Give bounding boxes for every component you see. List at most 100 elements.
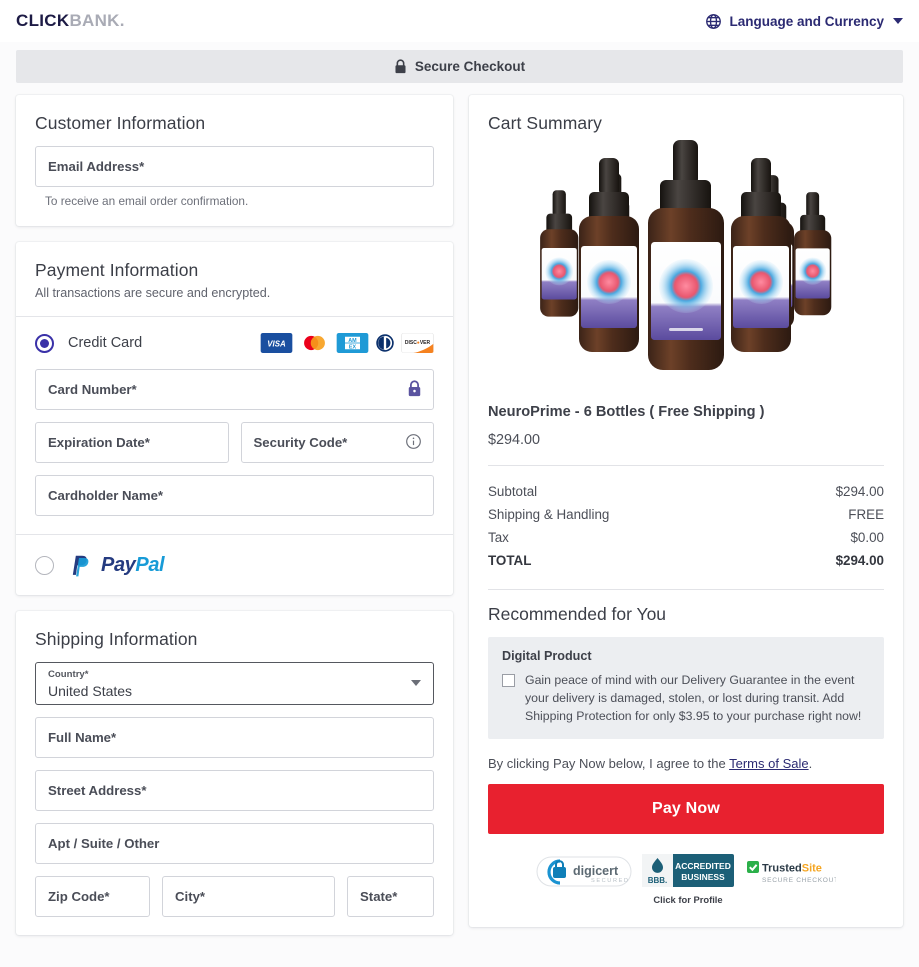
globe-icon (705, 13, 722, 30)
zip-code-placeholder: Zip Code* (48, 889, 110, 904)
terms-of-sale-link[interactable]: Terms of Sale (729, 756, 808, 771)
card-number-placeholder: Card Number* (48, 382, 137, 397)
full-name-placeholder: Full Name* (48, 730, 117, 745)
tax-value: $0.00 (850, 530, 884, 545)
payment-information-card: Payment Information All transactions are… (16, 242, 453, 595)
total-label: TOTAL (488, 553, 532, 568)
payment-method-credit-card[interactable]: Credit Card VISA AM EX DISC●VER (16, 317, 453, 369)
bbb-badge[interactable]: BBB. ACCREDITED BUSINESS Click for Profi… (642, 854, 734, 905)
payment-method-paypal[interactable]: PayPal (16, 535, 453, 595)
paypal-pal-text: Pal (135, 553, 165, 576)
cardholder-name-field[interactable]: Cardholder Name* (35, 475, 434, 516)
cart-summary-title: Cart Summary (488, 113, 602, 133)
credit-card-label: Credit Card (68, 335, 143, 351)
diners-club-icon (374, 333, 396, 353)
logo-bank-text: BANK (69, 11, 120, 30)
chevron-down-icon (893, 18, 903, 24)
language-currency-label: Language and Currency (729, 13, 884, 29)
divider (488, 589, 884, 590)
trust-badges: digicert SECURED BBB. ACCREDITED BUSINES… (488, 854, 884, 909)
cardholder-name-placeholder: Cardholder Name* (48, 488, 164, 503)
amex-icon: AM EX (336, 333, 369, 353)
digicert-badge[interactable]: digicert SECURED (536, 854, 632, 895)
lock-icon (407, 379, 422, 400)
clickbank-logo[interactable]: CLICKBANK. (16, 11, 125, 31)
email-helper-text: To receive an email order confirmation. (45, 194, 249, 208)
email-field[interactable]: Email Address* (35, 146, 434, 187)
cart-summary-card: Cart Summary NeuroPrime - 6 Bottles (Fr… (469, 95, 903, 928)
customer-information-card: Customer Information Email Address* To r… (16, 95, 453, 226)
totals-row-subtotal: Subtotal $294.00 (488, 480, 884, 503)
security-code-field[interactable]: Security Code* (240, 422, 434, 463)
totals-row-total: TOTAL $294.00 (488, 549, 884, 572)
language-currency-selector[interactable]: Language and Currency (705, 13, 903, 30)
trustedsite-badge[interactable]: TrustedSite SECURE CHECKOUT (744, 854, 838, 895)
divider (488, 465, 884, 466)
svg-text:SECURE CHECKOUT: SECURE CHECKOUT (762, 877, 836, 884)
paypal-pay-text: Pay (101, 553, 136, 576)
svg-text:TrustedSite: TrustedSite (762, 863, 822, 875)
state-field[interactable]: State* (347, 876, 434, 917)
svg-text:VISA: VISA (267, 339, 286, 348)
apt-suite-placeholder: Apt / Suite / Other (48, 836, 160, 851)
svg-text:SECURED: SECURED (591, 878, 630, 884)
subtotal-value: $294.00 (835, 484, 884, 499)
svg-text:ACCREDITED: ACCREDITED (675, 861, 731, 871)
secure-checkout-label: Secure Checkout (414, 59, 526, 74)
zip-code-field[interactable]: Zip Code* (35, 876, 150, 917)
shipping-value: FREE (848, 507, 884, 522)
payment-subtitle: All transactions are secure and encrypte… (35, 286, 271, 300)
country-label: Country* (48, 669, 89, 680)
apt-suite-field[interactable]: Apt / Suite / Other (35, 823, 434, 864)
shipping-label: Shipping & Handling (488, 507, 610, 522)
tax-label: Tax (488, 530, 509, 545)
offer-description: Gain peace of mind with our Delivery Gua… (525, 673, 862, 723)
svg-text:BUSINESS: BUSINESS (681, 872, 725, 882)
shipping-information-title: Shipping Information (35, 629, 198, 649)
email-placeholder: Email Address* (48, 159, 145, 174)
totals-row-shipping: Shipping & Handling FREE (488, 503, 884, 526)
pay-now-button[interactable]: Pay Now (488, 784, 884, 835)
country-select[interactable]: Country* United States (35, 662, 434, 705)
shipping-information-card: Shipping Information Country* United Sta… (16, 611, 453, 935)
shipping-protection-checkbox[interactable] (502, 674, 515, 687)
secure-checkout-banner: Secure Checkout (16, 50, 903, 83)
svg-text:AM: AM (348, 338, 357, 344)
product-name: NeuroPrime - 6 Bottles ( Free Shipping ) (488, 404, 765, 420)
security-code-placeholder: Security Code* (253, 435, 348, 450)
payment-information-title: Payment Information (35, 260, 199, 280)
offer-heading: Digital Product (502, 649, 592, 663)
svg-text:digicert: digicert (573, 864, 619, 878)
svg-text:BBB.: BBB. (648, 876, 668, 885)
expiration-date-placeholder: Expiration Date* (48, 435, 150, 450)
checkout-page: CLICKBANK. Language and Currency Secure … (0, 0, 919, 967)
recommended-title: Recommended for You (488, 604, 667, 624)
right-column: Cart Summary NeuroPrime - 6 Bottles (Fr… (469, 95, 903, 943)
country-value: United States (48, 682, 133, 699)
discover-icon: DISC●VER (401, 333, 434, 353)
customer-information-title: Customer Information (35, 113, 206, 133)
city-field[interactable]: City* (162, 876, 335, 917)
full-name-field[interactable]: Full Name* (35, 717, 434, 758)
chevron-down-icon (411, 680, 421, 686)
svg-text:DISC●VER: DISC●VER (405, 340, 431, 346)
top-bar: CLICKBANK. Language and Currency (0, 0, 919, 42)
info-icon[interactable] (405, 433, 422, 453)
lock-icon (394, 59, 407, 74)
paypal-radio[interactable] (35, 555, 54, 575)
product-image (488, 138, 884, 386)
product-price: $294.00 (488, 432, 541, 448)
card-number-field[interactable]: Card Number* (35, 369, 434, 410)
expiration-date-field[interactable]: Expiration Date* (35, 422, 229, 463)
bbb-click-for-profile[interactable]: Click for Profile (642, 894, 734, 905)
content-columns: Customer Information Email Address* To r… (0, 83, 919, 951)
logo-click-text: CLICK (16, 11, 70, 30)
credit-card-radio[interactable] (35, 333, 54, 353)
left-column: Customer Information Email Address* To r… (16, 95, 453, 951)
total-value: $294.00 (835, 553, 884, 568)
terms-prefix: By clicking Pay Now below, I agree to th… (488, 756, 730, 772)
street-address-placeholder: Street Address* (48, 783, 147, 798)
street-address-field[interactable]: Street Address* (35, 770, 434, 811)
mastercard-icon (298, 333, 331, 353)
totals-row-tax: Tax $0.00 (488, 526, 884, 549)
